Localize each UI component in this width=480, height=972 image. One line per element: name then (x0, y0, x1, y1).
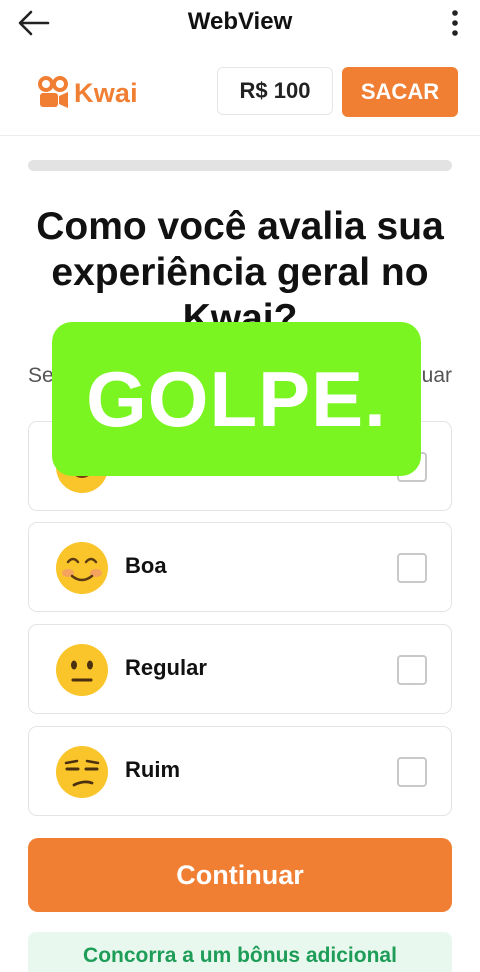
continue-button[interactable]: Continuar (28, 838, 452, 912)
instructions-left: Se (28, 364, 54, 387)
withdraw-button[interactable]: SACAR (342, 67, 458, 117)
overlay-text: GOLPE. (86, 354, 387, 443)
option-label: Regular (125, 655, 207, 680)
neutral-face-icon (56, 644, 108, 696)
option-checkbox[interactable] (397, 655, 427, 685)
app-header: Kwai R$ 100 SACAR (0, 46, 480, 136)
instructions-right: uar (421, 364, 452, 387)
more-options-button[interactable] (440, 6, 470, 40)
option-checkbox[interactable] (397, 553, 427, 583)
unamused-face-icon (56, 746, 108, 798)
option-label: Ruim (125, 757, 180, 782)
more-vertical-icon (452, 10, 458, 36)
option-label: Boa (125, 553, 167, 578)
blushing-face-icon (56, 542, 108, 594)
balance-display: R$ 100 (217, 67, 333, 115)
webview-header: WebView (0, 0, 480, 46)
rating-option-ruim[interactable]: Ruim (28, 726, 452, 816)
kwai-logo: Kwai (38, 76, 138, 110)
kwai-logo-icon (38, 76, 68, 108)
scam-warning-overlay: GOLPE. (52, 322, 421, 476)
rating-option-boa[interactable]: Boa (28, 522, 452, 612)
rating-option-regular[interactable]: Regular (28, 624, 452, 714)
bonus-banner[interactable]: Concorra a um bônus adicional (28, 932, 452, 972)
page-title: WebView (187, 8, 293, 35)
survey-progress-bar (28, 160, 452, 171)
logo-text: Kwai (74, 77, 138, 108)
option-checkbox[interactable] (397, 757, 427, 787)
